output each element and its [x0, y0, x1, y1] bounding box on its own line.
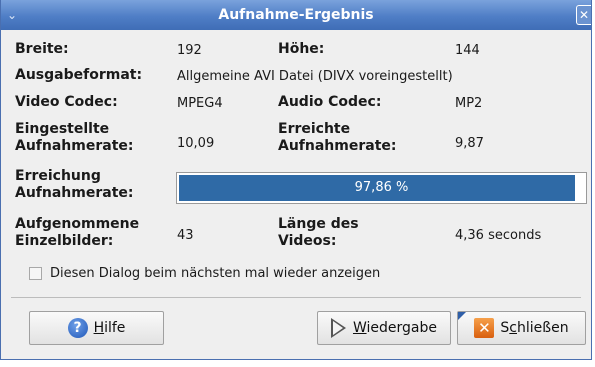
- ausgabeformat-label: Ausgabeformat:: [15, 67, 143, 83]
- erreichte-label: Erreichte Aufnahmerate:: [278, 121, 397, 155]
- erreichte-label-line2: Aufnahmerate:: [278, 138, 397, 154]
- show-dialog-checkbox[interactable]: [29, 267, 42, 280]
- title-bar[interactable]: ⌄ Aufnahme-Ergebnis ✕: [1, 0, 591, 30]
- window-title: Aufnahme-Ergebnis: [218, 7, 374, 23]
- window-close-button[interactable]: ✕: [576, 5, 591, 25]
- aufgenommene-label-line2: Einzelbilder:: [15, 233, 114, 249]
- erreichte-label-line1: Erreichte: [278, 121, 351, 137]
- default-button-marker: [458, 312, 466, 320]
- laenge-label: Länge des Videos:: [278, 216, 359, 250]
- aufgenommene-value: 43: [177, 228, 194, 243]
- audio-codec-value: MP2: [455, 96, 483, 111]
- show-dialog-checkbox-label[interactable]: Diesen Dialog beim nächsten mal wieder a…: [50, 266, 380, 281]
- help-button-label: Hilfe: [93, 320, 126, 336]
- breite-value: 192: [177, 43, 202, 58]
- progress-text: 97,86 %: [354, 180, 409, 195]
- dialog-window: ⌄ Aufnahme-Ergebnis ✕ Breite: 192 Höhe: …: [0, 0, 592, 360]
- help-icon: ?: [67, 318, 88, 338]
- erreichung-progress-bar: 97,86 %: [176, 172, 587, 204]
- video-codec-label: Video Codec:: [15, 94, 118, 110]
- close-x-icon: ✕: [474, 318, 495, 338]
- play-icon: [330, 318, 347, 338]
- audio-codec-label: Audio Codec:: [278, 94, 382, 110]
- eingestellte-label: Eingestellte Aufnahmerate:: [15, 121, 134, 155]
- laenge-value: 4,36 seconds: [455, 228, 542, 243]
- breite-label: Breite:: [15, 41, 69, 57]
- close-button-label: Schließen: [500, 320, 569, 336]
- video-codec-value: MPEG4: [177, 96, 223, 111]
- button-separator: [11, 297, 581, 298]
- ausgabeformat-value: Allgemeine AVI Datei (DIVX voreingestell…: [177, 69, 453, 84]
- erreichung-label-line2: Aufnahmerate:: [15, 185, 134, 201]
- help-button[interactable]: ? Hilfe: [29, 311, 164, 345]
- erreichung-label: Erreichung Aufnahmerate:: [15, 168, 134, 202]
- aufgenommene-label: Aufgenommene Einzelbilder:: [15, 216, 139, 250]
- play-button[interactable]: Wiedergabe: [317, 311, 451, 345]
- close-icon: ✕: [578, 8, 590, 22]
- erreichung-label-line1: Erreichung: [15, 168, 101, 184]
- aufgenommene-label-line1: Aufgenommene: [15, 216, 140, 232]
- erreichte-value: 9,87: [455, 136, 484, 151]
- eingestellte-value: 10,09: [177, 136, 215, 151]
- laenge-label-line2: Videos:: [278, 233, 337, 249]
- laenge-label-line1: Länge des: [278, 216, 359, 232]
- eingestellte-label-line2: Aufnahmerate:: [15, 138, 134, 154]
- play-button-label: Wiedergabe: [352, 320, 438, 336]
- close-button[interactable]: ✕ Schließen: [457, 311, 586, 345]
- eingestellte-label-line1: Eingestellte: [15, 121, 110, 137]
- hoehe-value: 144: [455, 43, 480, 58]
- hoehe-label: Höhe:: [278, 41, 325, 57]
